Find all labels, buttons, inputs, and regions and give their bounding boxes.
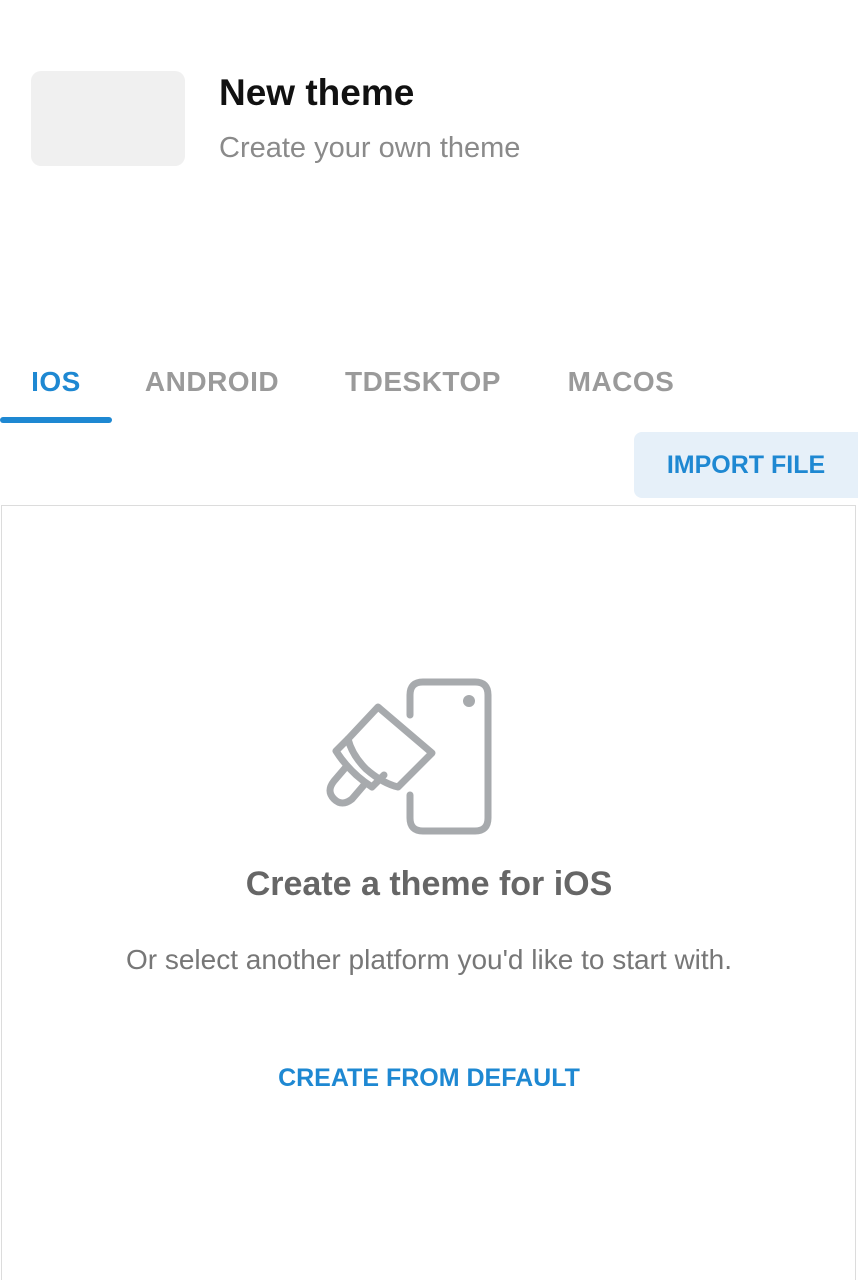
page-title: New theme <box>219 72 415 113</box>
platform-tabs: IOS ANDROID TDESKTOP MACOS <box>0 340 858 428</box>
active-tab-indicator <box>0 417 112 423</box>
empty-state-description: Or select another platform you'd like to… <box>125 944 733 975</box>
import-file-button[interactable]: IMPORT FILE <box>634 432 858 498</box>
empty-state-title: Create a theme for iOS <box>245 865 613 903</box>
tab-tdesktop[interactable]: TDESKTOP <box>330 340 516 426</box>
theme-editor-page: New theme Create your own theme IOS ANDR… <box>0 0 858 1280</box>
theme-header: New theme Create your own theme <box>0 0 858 200</box>
create-from-default-button[interactable]: CREATE FROM DEFAULT <box>229 1050 629 1106</box>
theme-thumbnail[interactable] <box>31 71 185 166</box>
paint-brush-phone-icon <box>326 678 492 835</box>
tab-macos[interactable]: MACOS <box>550 340 692 426</box>
page-subtitle: Create your own theme <box>219 132 521 164</box>
tab-android[interactable]: ANDROID <box>130 340 294 426</box>
tab-ios[interactable]: IOS <box>0 340 112 426</box>
